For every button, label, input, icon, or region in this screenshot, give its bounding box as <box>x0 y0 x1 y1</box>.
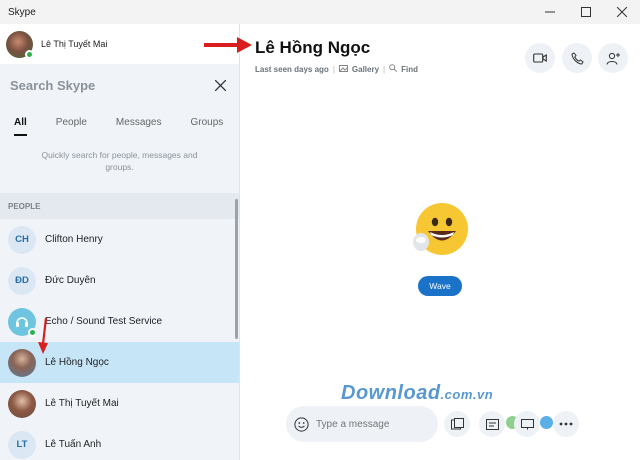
page-title[interactable]: Lê Hồng Ngọc <box>255 38 370 58</box>
window-title: Skype <box>8 6 36 18</box>
contact-name: Clifton Henry <box>45 234 103 245</box>
more-options-button[interactable] <box>553 411 579 437</box>
title-bar: Skype <box>0 0 640 24</box>
list-item[interactable]: ĐD Đức Duyên <box>0 260 239 301</box>
contact-list: CH Clifton Henry ĐD Đức Duyên Echo / Sou… <box>0 219 239 460</box>
divider: | <box>383 64 386 74</box>
online-status-icon <box>28 327 37 337</box>
tab-all[interactable]: All <box>14 117 27 136</box>
divider: | <box>332 64 335 74</box>
tab-groups[interactable]: Groups <box>191 117 224 136</box>
contact-name: Echo / Sound Test Service <box>45 316 163 327</box>
scrollbar[interactable] <box>235 199 238 339</box>
profile-name: Lê Thị Tuyết Mai <box>41 39 108 49</box>
contact-card-icon <box>485 418 499 430</box>
skype-window: Skype Lê Thị Tuyết Mai Search Skype All … <box>0 0 640 460</box>
watermark: Download.com.vn <box>341 382 494 404</box>
contact-name: Lê Thị Tuyết Mai <box>45 398 119 409</box>
send-media-button[interactable] <box>444 411 470 437</box>
video-call-button[interactable] <box>525 43 555 73</box>
annotation-arrow-down-icon <box>38 318 48 354</box>
sidebar: Lê Thị Tuyết Mai Search Skype All People… <box>0 24 240 460</box>
list-item[interactable]: LT Lê Tuấn Anh <box>0 424 239 460</box>
search-icon <box>389 64 398 74</box>
contact-name: Lê Hồng Ngọc <box>45 357 109 368</box>
search-header: Search Skype <box>0 64 239 106</box>
gallery-link[interactable]: Gallery <box>352 65 379 74</box>
screen-icon <box>520 418 534 429</box>
close-window-button[interactable] <box>604 0 640 24</box>
close-icon[interactable] <box>211 76 229 94</box>
list-item[interactable]: CH Clifton Henry <box>0 219 239 260</box>
tab-messages[interactable]: Messages <box>116 117 162 136</box>
smiley-icon <box>293 416 309 432</box>
last-seen-text: Last seen days ago <box>255 64 329 74</box>
find-link[interactable]: Find <box>401 65 418 74</box>
message-input[interactable] <box>316 418 426 430</box>
phone-icon <box>570 51 584 65</box>
annotation-arrow-right-icon <box>204 37 252 53</box>
chat-meta: Last seen days ago | Gallery | Find <box>255 64 418 74</box>
video-camera-icon <box>533 53 547 63</box>
search-hint: Quickly search for people, messages and … <box>41 150 198 172</box>
minimize-button[interactable] <box>532 0 568 24</box>
chat-panel: Lê Hồng Ngọc Last seen days ago | Galler… <box>241 24 640 460</box>
message-composer <box>286 406 438 442</box>
maximize-button[interactable] <box>568 0 604 24</box>
add-person-icon <box>606 52 620 65</box>
list-item[interactable]: Lê Thị Tuyết Mai <box>0 383 239 424</box>
minimize-icon <box>545 11 555 13</box>
headset-icon <box>8 307 37 337</box>
avatar <box>8 348 36 377</box>
search-input[interactable]: Search Skype <box>10 78 95 93</box>
avatar: ĐD <box>8 266 36 295</box>
add-people-button[interactable] <box>598 43 628 73</box>
contact-card-button[interactable] <box>479 411 505 437</box>
contact-name: Đức Duyên <box>45 275 96 286</box>
tab-people[interactable]: People <box>56 117 87 136</box>
search-tabs: All People Messages Groups <box>0 106 239 136</box>
online-status-icon <box>25 49 34 59</box>
emoji-picker-button[interactable] <box>286 406 316 442</box>
list-item[interactable]: Echo / Sound Test Service <box>0 301 239 342</box>
media-icon <box>450 418 464 430</box>
list-item[interactable]: Lê Hồng Ngọc <box>0 342 239 383</box>
avatar[interactable] <box>6 30 34 59</box>
contact-name: Lê Tuấn Anh <box>45 439 102 450</box>
audio-call-button[interactable] <box>562 43 592 73</box>
avatar: CH <box>8 225 36 254</box>
close-icon <box>617 7 627 17</box>
gallery-icon <box>338 64 348 74</box>
dot <box>540 416 553 429</box>
section-header-people: PEOPLE <box>0 193 239 219</box>
wave-emoji-icon <box>413 203 468 255</box>
wave-button[interactable]: Wave <box>418 276 462 296</box>
screen-share-button[interactable] <box>514 411 540 437</box>
avatar: LT <box>8 430 36 459</box>
avatar <box>8 389 36 418</box>
more-icon <box>559 422 573 426</box>
maximize-icon <box>581 7 591 17</box>
